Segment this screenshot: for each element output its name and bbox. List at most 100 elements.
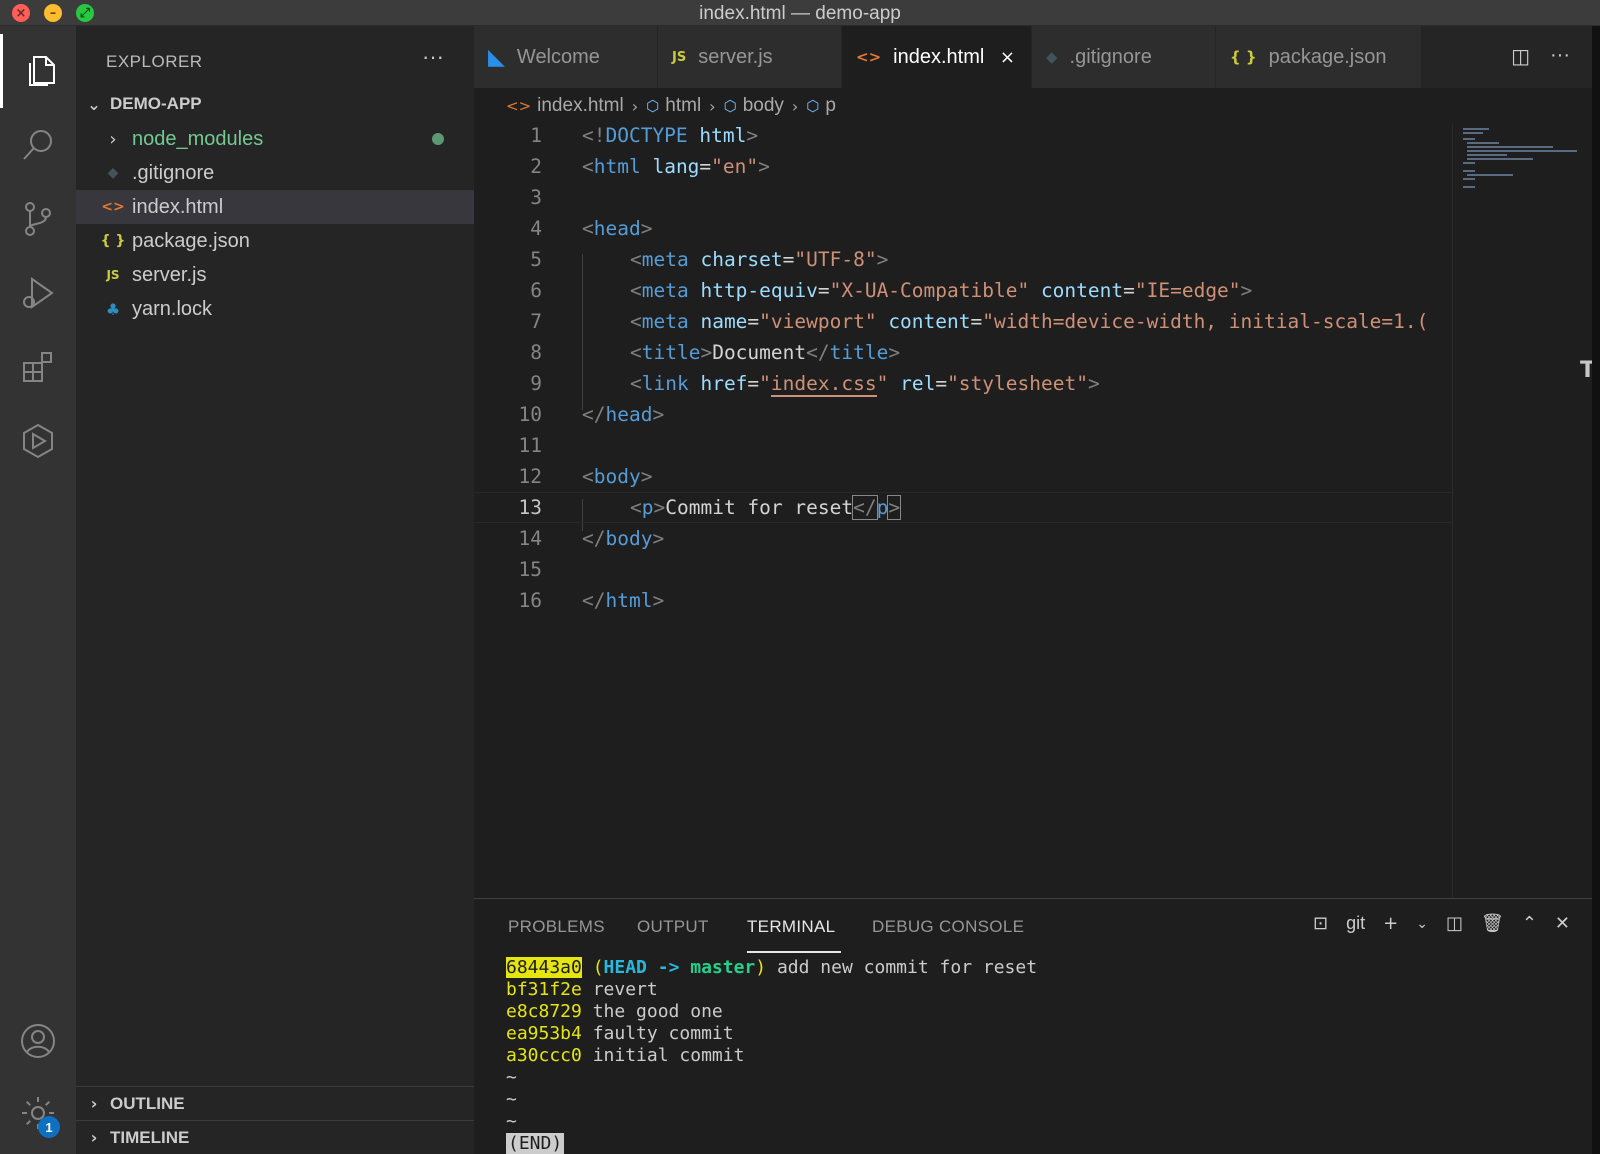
- tree-item-package-json[interactable]: { } package.json: [76, 224, 474, 258]
- tree-item-label: node_modules: [132, 127, 264, 150]
- terminal-line: e8c8729 the good one: [506, 1001, 723, 1022]
- minimap-line: [1467, 154, 1507, 156]
- breadcrumb-item[interactable]: p: [825, 95, 836, 117]
- trash-icon[interactable]: 🗑: [1481, 913, 1504, 934]
- source-control-icon[interactable]: [0, 182, 76, 256]
- tree-item-label: yarn.lock: [132, 297, 213, 320]
- explorer-icon[interactable]: [0, 34, 76, 108]
- tab-index-html[interactable]: <> index.html ×: [842, 26, 1032, 88]
- minimap[interactable]: [1452, 124, 1578, 898]
- tree-item-label: server.js: [132, 263, 207, 286]
- code-line: 12 <body>: [474, 461, 1452, 492]
- title-bar: × – ⤢ index.html — demo-app: [0, 0, 1600, 26]
- tree-item-server-js[interactable]: JS server.js: [76, 258, 474, 292]
- minimap-line: [1463, 178, 1475, 180]
- maximize-panel-icon[interactable]: ⌃: [1522, 913, 1537, 934]
- line-number: 4: [530, 217, 542, 240]
- tree-item-label: index.html: [132, 195, 224, 218]
- account-icon[interactable]: [0, 1004, 76, 1078]
- tab-actions: ◫ ···: [1511, 44, 1570, 68]
- line-number: 6: [530, 279, 542, 302]
- minimap-line: [1463, 162, 1475, 164]
- tree-item-node-modules[interactable]: › node_modules: [76, 122, 474, 156]
- tab-label: .gitignore: [1069, 45, 1152, 68]
- line-number: 9: [530, 372, 542, 395]
- run-debug-icon[interactable]: [0, 256, 76, 330]
- minimap-line: [1467, 150, 1577, 152]
- minimap-line: [1467, 142, 1499, 144]
- tab-label: package.json: [1268, 45, 1387, 68]
- json-file-icon: { }: [100, 233, 126, 249]
- tab-server-js[interactable]: JS server.js: [658, 26, 842, 88]
- activity-bar: 1: [0, 26, 76, 1154]
- settings-badge: 1: [38, 1116, 60, 1138]
- new-terminal-icon[interactable]: +: [1383, 913, 1398, 934]
- breadcrumb-item[interactable]: html: [665, 95, 701, 117]
- terminal-output[interactable]: 68443a0 (HEAD -> master) add new commit …: [506, 957, 1037, 1154]
- timeline-section[interactable]: › TIMELINE: [76, 1120, 474, 1154]
- tab-terminal[interactable]: TERMINAL: [747, 917, 835, 937]
- chevron-right-icon: ›: [791, 96, 799, 116]
- remote-explorer-icon[interactable]: [0, 404, 76, 478]
- folder-label: DEMO-APP: [110, 94, 202, 113]
- minimap-line: [1467, 174, 1513, 176]
- git-file-icon: ◆: [1046, 48, 1058, 66]
- split-terminal-icon[interactable]: ◫: [1446, 913, 1463, 934]
- terminal-line: 68443a0 (HEAD -> master) add new commit …: [506, 957, 1038, 978]
- line-number: 2: [530, 155, 542, 178]
- tab-label: index.html: [893, 45, 985, 68]
- terminal-icon: ⊡: [1313, 913, 1329, 934]
- yarn-icon: ♣: [105, 299, 121, 319]
- bottom-panel: PROBLEMS OUTPUT TERMINAL DEBUG CONSOLE ⊡…: [474, 898, 1600, 1154]
- tree-item-yarn-lock[interactable]: ♣ yarn.lock: [76, 292, 474, 326]
- settings-icon[interactable]: 1: [0, 1076, 76, 1150]
- tab-output[interactable]: OUTPUT: [637, 917, 709, 937]
- more-actions-icon[interactable]: ···: [1550, 44, 1570, 68]
- tab-package-json[interactable]: { } package.json: [1216, 26, 1422, 88]
- chevron-down-icon: ⌄: [87, 94, 101, 114]
- more-actions-icon[interactable]: ···: [422, 44, 444, 70]
- terminal-shell-label[interactable]: git: [1346, 913, 1365, 934]
- minimap-line: [1463, 138, 1475, 140]
- css-link[interactable]: index.css: [770, 372, 877, 397]
- code-line: 9 <link href="index.css" rel="stylesheet…: [474, 368, 1452, 399]
- chevron-down-icon[interactable]: ⌄: [1416, 916, 1428, 932]
- split-editor-icon[interactable]: ◫: [1511, 44, 1530, 68]
- html-file-icon: <>: [506, 97, 532, 115]
- element-icon: ⬡: [723, 97, 737, 115]
- minimap-line: [1463, 170, 1475, 172]
- breadcrumb-item[interactable]: body: [743, 95, 784, 117]
- tab-welcome[interactable]: ◣ Welcome: [474, 26, 658, 88]
- line-number: 3: [530, 186, 542, 209]
- breadcrumb-item[interactable]: index.html: [537, 95, 624, 117]
- extensions-icon[interactable]: [0, 330, 76, 404]
- minimap-line: [1463, 128, 1489, 130]
- chevron-right-icon: ›: [631, 96, 639, 116]
- close-tab-icon[interactable]: ×: [1000, 47, 1015, 68]
- tab-label: Welcome: [516, 45, 600, 68]
- line-number: 5: [530, 248, 542, 271]
- code-line: 10 </head>: [474, 399, 1452, 430]
- line-number: 13: [518, 496, 542, 519]
- code-line-current: 13 <p>Commit for reset</p>: [474, 492, 1452, 523]
- tab-label: server.js: [698, 45, 773, 68]
- element-icon: ⬡: [646, 97, 660, 115]
- line-number: 15: [518, 558, 542, 581]
- element-icon: ⬡: [806, 97, 820, 115]
- vscode-icon: ◣: [488, 44, 505, 70]
- search-icon[interactable]: [0, 108, 76, 182]
- tab-problems[interactable]: PROBLEMS: [508, 917, 605, 937]
- tab-debug-console[interactable]: DEBUG CONSOLE: [872, 917, 1024, 937]
- minimap-line: [1463, 186, 1475, 188]
- tree-item-index-html[interactable]: <> index.html: [76, 190, 474, 224]
- close-panel-icon[interactable]: ✕: [1555, 913, 1570, 934]
- tab-gitignore[interactable]: ◆ .gitignore: [1032, 26, 1216, 88]
- tree-item-gitignore[interactable]: ◆ .gitignore: [76, 156, 474, 190]
- line-number: 16: [518, 589, 542, 612]
- terminal-tilde: ~: [506, 1067, 517, 1088]
- code-editor[interactable]: 1 <!DOCTYPE html> 2 <html lang="en"> 3 4…: [474, 124, 1452, 898]
- html-file-icon: <>: [856, 48, 882, 66]
- folder-demo-app[interactable]: ⌄ DEMO-APP: [84, 94, 202, 114]
- panel-actions: ⊡ git + ⌄ ◫ 🗑 ⌃ ✕: [1313, 913, 1570, 934]
- outline-section[interactable]: › OUTLINE: [76, 1086, 474, 1120]
